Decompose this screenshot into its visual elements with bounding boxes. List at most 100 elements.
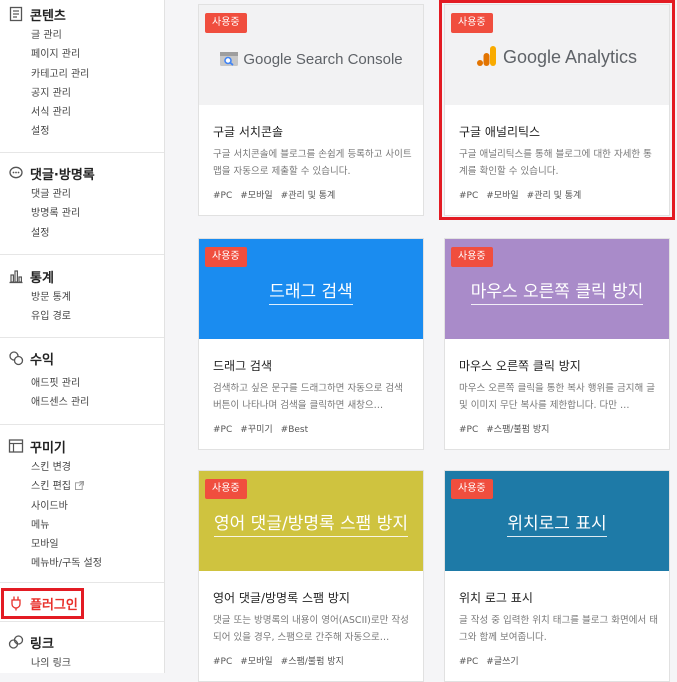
in-use-badge: 사용중 (451, 247, 493, 267)
sidebar-section-comments: 댓글·방명록 댓글 관리 방명록 관리 설정 (0, 161, 164, 243)
sidebar-item-menubar-subscribe[interactable]: 메뉴바/구독 설정 (31, 554, 164, 573)
link-icon (8, 635, 24, 649)
sidebar-header-design[interactable]: 꾸미기 (0, 434, 164, 458)
thumbnail-label: 마우스 오른쪽 클릭 방지 (445, 277, 669, 305)
divider (0, 337, 164, 338)
plugin-card-right-click-block[interactable]: 마우스 오른쪽 클릭 방지 사용중 마우스 오른쪽 클릭 방지 마우스 오른쪽 … (444, 238, 670, 450)
google-analytics-highlight-box (439, 0, 675, 220)
sidebar-section-content: 콘텐츠 글 관리 페이지 관리 카테고리 관리 공지 관리 서식 관리 설정 (0, 2, 164, 142)
plugin-card-location-log[interactable]: 위치로그 표시 사용중 위치 로그 표시 글 작성 중 입력한 위치 태그를 블… (444, 470, 670, 682)
sidebar-section-links: 링크 나의 링크 (0, 630, 164, 673)
sidebar-item-pages[interactable]: 페이지 관리 (31, 45, 164, 64)
thumbnail-label: 드래그 검색 (199, 277, 423, 305)
card-title: 영어 댓글/방명록 스팸 방지 (213, 591, 350, 605)
in-use-badge: 사용중 (205, 247, 247, 267)
sidebar-item-menu[interactable]: 메뉴 (31, 516, 164, 535)
card-tags: #PC #모바일 #관리 및 통계 (213, 188, 343, 201)
speech-bubble-icon (9, 166, 23, 179)
tag: #모바일 (240, 657, 273, 667)
card-thumbnail: 드래그 검색 사용중 (199, 239, 423, 339)
sidebar-header-links[interactable]: 링크 (0, 630, 164, 654)
plugin-highlight-box (1, 588, 84, 619)
card-tags: #PC #글쓰기 (459, 654, 527, 667)
card-title: 위치 로그 표시 (459, 591, 533, 605)
sidebar-item-templates[interactable]: 서식 관리 (31, 103, 164, 122)
layout-icon (8, 439, 24, 453)
tag: #PC (459, 425, 479, 435)
in-use-badge: 사용중 (451, 479, 493, 499)
sidebar-header-comments[interactable]: 댓글·방명록 (0, 161, 164, 185)
thumbnail-label: 영어 댓글/방명록 스팸 방지 (199, 509, 423, 537)
bar-chart-icon (9, 270, 23, 284)
tag: #꾸미기 (240, 425, 273, 435)
sidebar-section-revenue: 수익 애드핏 관리 애드센스 관리 (0, 346, 164, 413)
sidebar-title: 콘텐츠 (30, 9, 66, 24)
card-tags: #PC #스팸/불펌 방지 (459, 422, 557, 435)
skin-edit-label: 스킨 편집 (31, 481, 71, 493)
sidebar-item-categories[interactable]: 카테고리 관리 (31, 65, 164, 84)
search-console-logo: Google Search Console (199, 49, 423, 69)
sidebar-header-stats[interactable]: 통계 (0, 264, 164, 288)
thumbnail-label: 위치로그 표시 (445, 509, 669, 537)
card-thumbnail: Google Search Console 사용중 (199, 5, 423, 105)
sidebar-item-posts[interactable]: 글 관리 (31, 26, 164, 45)
sidebar-item-mobile[interactable]: 모바일 (31, 535, 164, 554)
sidebar-item-skin-change[interactable]: 스킨 변경 (31, 458, 164, 477)
sidebar-item-my-links[interactable]: 나의 링크 (31, 654, 164, 673)
sidebar-title: 꾸미기 (30, 441, 66, 456)
sidebar-header-content[interactable]: 콘텐츠 (0, 2, 164, 26)
sidebar: 콘텐츠 글 관리 페이지 관리 카테고리 관리 공지 관리 서식 관리 설정 댓… (0, 0, 165, 673)
tag: #글쓰기 (486, 657, 519, 667)
card-tags: #PC #꾸미기 #Best (213, 422, 316, 435)
sidebar-title: 수익 (30, 353, 54, 368)
plugin-card-english-spam-block[interactable]: 영어 댓글/방명록 스팸 방지 사용중 영어 댓글/방명록 스팸 방지 댓글 또… (198, 470, 424, 682)
sidebar-item-adsense[interactable]: 애드센스 관리 (31, 393, 164, 412)
card-description: 검색하고 싶은 문구를 드래그하면 자동으로 검색 버튼이 나타나며 검색을 클… (213, 383, 403, 411)
tag: #스팸/불펌 방지 (280, 657, 344, 667)
search-console-icon (220, 52, 239, 66)
divider (0, 152, 164, 153)
sidebar-section-design: 꾸미기 스킨 변경 스킨 편집 사이드바 메뉴 모바일 메뉴바/구독 설정 (0, 434, 164, 574)
tag: #모바일 (240, 191, 273, 201)
sidebar-item-content-settings[interactable]: 설정 (31, 122, 164, 141)
sidebar-item-skin-edit[interactable]: 스킨 편집 (31, 477, 164, 496)
card-description: 마우스 오른쪽 클릭을 통한 복사 행위를 금지해 글 및 이미지 무단 복사를… (459, 383, 655, 411)
card-title: 구글 서치콘솔 (213, 125, 284, 139)
tag: #관리 및 통계 (280, 191, 336, 201)
divider (0, 621, 164, 622)
sidebar-item-sidebar[interactable]: 사이드바 (31, 497, 164, 516)
sidebar-item-comment-settings[interactable]: 설정 (31, 224, 164, 243)
sidebar-section-stats: 통계 방문 통계 유입 경로 (0, 264, 164, 327)
card-title: 드래그 검색 (213, 359, 273, 373)
in-use-badge: 사용중 (205, 13, 247, 33)
sidebar-header-revenue[interactable]: 수익 (0, 346, 164, 370)
divider (0, 582, 164, 583)
sidebar-item-visit-stats[interactable]: 방문 통계 (31, 288, 164, 307)
plugin-card-search-console[interactable]: Google Search Console 사용중 구글 서치콘솔 구글 서치콘… (198, 4, 424, 216)
in-use-badge: 사용중 (205, 479, 247, 499)
card-thumbnail: 위치로그 표시 사용중 (445, 471, 669, 571)
sidebar-title: 링크 (30, 637, 54, 652)
tag: #PC (213, 425, 233, 435)
coins-icon (9, 351, 24, 366)
tag: #Best (280, 425, 309, 435)
sidebar-item-referrers[interactable]: 유입 경로 (31, 307, 164, 326)
card-description: 글 작성 중 입력한 위치 태그를 블로그 화면에서 태그와 함께 보여줍니다. (459, 615, 658, 643)
plugin-card-drag-search[interactable]: 드래그 검색 사용중 드래그 검색 검색하고 싶은 문구를 드래그하면 자동으로… (198, 238, 424, 450)
card-title: 마우스 오른쪽 클릭 방지 (459, 359, 581, 373)
sidebar-item-guestbook-manage[interactable]: 방명록 관리 (31, 204, 164, 223)
tag: #PC (459, 657, 479, 667)
tag: #스팸/불펌 방지 (486, 425, 550, 435)
external-link-icon (74, 481, 84, 491)
card-tags: #PC #모바일 #스팸/불펌 방지 (213, 654, 352, 667)
document-icon (9, 6, 23, 22)
logo-text: Google Search Console (243, 51, 403, 68)
card-thumbnail: 마우스 오른쪽 클릭 방지 사용중 (445, 239, 669, 339)
tag: #PC (213, 191, 233, 201)
card-thumbnail: 영어 댓글/방명록 스팸 방지 사용중 (199, 471, 423, 571)
sidebar-item-adfit[interactable]: 애드핏 관리 (31, 374, 164, 393)
divider (0, 254, 164, 255)
sidebar-item-comment-manage[interactable]: 댓글 관리 (31, 185, 164, 204)
card-description: 구글 서치콘솔에 블로그를 손쉽게 등록하고 사이트맵을 자동으로 제출할 수 … (213, 149, 412, 177)
sidebar-item-notices[interactable]: 공지 관리 (31, 84, 164, 103)
